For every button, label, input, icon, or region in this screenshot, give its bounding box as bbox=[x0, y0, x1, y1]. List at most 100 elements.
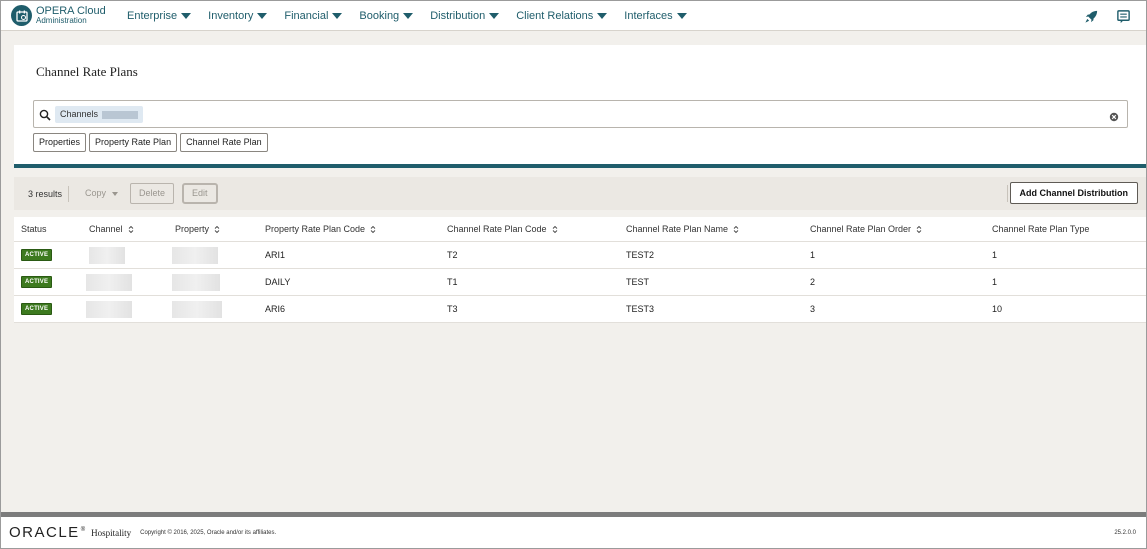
oracle-logo-text: ORACLE bbox=[9, 524, 80, 541]
brand-title: OPERA Cloud bbox=[36, 4, 106, 17]
copy-button[interactable]: Copy bbox=[77, 183, 126, 204]
menu-financial[interactable]: Financial bbox=[284, 9, 343, 22]
edit-button[interactable]: Edit bbox=[182, 183, 218, 204]
hospitality-label: Hospitality bbox=[91, 527, 132, 538]
column-channel-rate-plan-type-label: Channel Rate Plan Type bbox=[992, 224, 1090, 234]
caret-down-icon bbox=[597, 12, 608, 19]
menu-interfaces-label: Interfaces bbox=[624, 9, 673, 22]
menu-interfaces[interactable]: Interfaces bbox=[624, 9, 687, 22]
table-row[interactable]: ACTIVE DAILY T1 TEST 2 1 bbox=[14, 269, 1146, 296]
copyright-text: Copyright © 2016, 2025, Oracle and/or it… bbox=[140, 529, 277, 536]
menu-financial-label: Financial bbox=[284, 9, 329, 22]
channel-rate-plan-order-cell: 1 bbox=[810, 250, 816, 260]
menu-distribution[interactable]: Distribution bbox=[430, 10, 500, 22]
redacted-value bbox=[102, 110, 139, 119]
opera-logo-icon bbox=[11, 5, 32, 26]
toolbar-divider bbox=[1007, 185, 1008, 202]
channel-rate-plan-name-cell: TEST bbox=[626, 277, 650, 287]
oracle-registered-mark: ® bbox=[80, 527, 86, 533]
menu-booking[interactable]: Booking bbox=[359, 9, 414, 22]
menu-client-relations-label: Client Relations bbox=[516, 9, 594, 22]
column-header-property[interactable]: Property bbox=[175, 217, 220, 241]
delete-button[interactable]: Delete bbox=[130, 183, 175, 204]
column-channel-label: Channel bbox=[89, 224, 123, 234]
channel-rate-plan-name-cell: TEST3 bbox=[626, 304, 655, 314]
channel-rate-plan-type-cell: 10 bbox=[992, 304, 1003, 314]
filter-property-rate-plan-button[interactable]: Property Rate Plan bbox=[89, 133, 178, 152]
caret-down-icon bbox=[403, 12, 414, 19]
caret-down-icon bbox=[489, 12, 500, 19]
rocket-icon[interactable] bbox=[1082, 7, 1100, 25]
property-redacted bbox=[172, 246, 218, 264]
search-icon bbox=[39, 108, 51, 121]
column-header-status: Status bbox=[21, 217, 47, 241]
caret-down-icon bbox=[676, 12, 687, 19]
results-count: 3 results bbox=[28, 188, 63, 199]
sort-icon bbox=[552, 225, 557, 233]
channel-rate-plan-name-cell: TEST2 bbox=[626, 250, 655, 260]
menu-inventory[interactable]: Inventory bbox=[208, 9, 268, 22]
channel-rate-plans-table: Status Channel Property Property Rate Pl… bbox=[14, 217, 1146, 323]
sort-icon bbox=[370, 225, 376, 233]
property-redacted bbox=[172, 273, 220, 291]
column-header-channel-rate-plan-code[interactable]: Channel Rate Plan Code bbox=[447, 217, 558, 241]
column-channel-rate-plan-code-label: Channel Rate Plan Code bbox=[447, 224, 547, 234]
property-rate-plan-code-cell: ARI6 bbox=[265, 304, 286, 314]
column-header-channel-rate-plan-type: Channel Rate Plan Type bbox=[992, 217, 1089, 241]
sort-icon bbox=[128, 225, 133, 233]
status-badge: ACTIVE bbox=[21, 249, 53, 261]
column-header-channel[interactable]: Channel bbox=[89, 217, 134, 241]
table-row[interactable]: ACTIVE ARI6 T3 TEST3 3 10 bbox=[14, 296, 1146, 323]
channel-rate-plan-code-cell: T3 bbox=[447, 304, 458, 314]
status-badge: ACTIVE bbox=[21, 303, 53, 315]
filter-channel-rate-plan-button[interactable]: Channel Rate Plan bbox=[180, 133, 268, 152]
filter-properties-button[interactable]: Properties bbox=[33, 133, 87, 152]
table-header-row: Status Channel Property Property Rate Pl… bbox=[14, 217, 1146, 242]
property-redacted bbox=[172, 300, 222, 318]
caret-down-icon bbox=[257, 12, 268, 19]
channel-rate-plan-order-cell: 2 bbox=[810, 277, 816, 287]
sort-icon bbox=[214, 225, 220, 233]
sort-icon bbox=[733, 225, 739, 233]
caret-down-icon bbox=[112, 191, 119, 196]
menu-booking-label: Booking bbox=[359, 9, 400, 22]
top-nav-bar: OPERA Cloud Administration Enterprise In… bbox=[1, 1, 1146, 31]
column-status-label: Status bbox=[21, 224, 47, 234]
search-chip[interactable]: Channels bbox=[55, 106, 144, 123]
channel-rate-plan-type-cell: 1 bbox=[992, 277, 998, 287]
search-chip-label: Channels bbox=[60, 109, 99, 119]
brand[interactable]: OPERA Cloud Administration bbox=[11, 5, 127, 26]
menu-enterprise[interactable]: Enterprise bbox=[127, 9, 192, 22]
search-input[interactable]: Channels bbox=[33, 100, 1128, 128]
main-menu: Enterprise Inventory Financial Booking D… bbox=[127, 10, 704, 22]
property-rate-plan-code-cell: ARI1 bbox=[265, 250, 286, 260]
clear-icon[interactable] bbox=[1109, 109, 1119, 122]
table-row[interactable]: ACTIVE ARI1 T2 TEST2 1 1 bbox=[14, 242, 1146, 269]
menu-inventory-label: Inventory bbox=[208, 9, 254, 22]
caret-down-icon bbox=[332, 12, 343, 19]
add-channel-distribution-button[interactable]: Add Channel Distribution bbox=[1009, 182, 1138, 204]
filter-buttons: Properties Property Rate Plan Channel Ra… bbox=[33, 133, 268, 152]
channel-rate-plan-code-cell: T2 bbox=[447, 250, 458, 260]
column-header-property-rate-plan-code[interactable]: Property Rate Plan Code bbox=[265, 217, 376, 241]
accent-divider bbox=[14, 164, 1146, 168]
chat-icon[interactable] bbox=[1114, 7, 1132, 25]
menu-enterprise-label: Enterprise bbox=[127, 9, 178, 22]
channel-rate-plan-code-cell: T1 bbox=[447, 277, 458, 287]
brand-subtitle: Administration bbox=[36, 15, 87, 25]
column-channel-rate-plan-name-label: Channel Rate Plan Name bbox=[626, 224, 729, 234]
channel-redacted bbox=[86, 300, 132, 318]
property-rate-plan-code-cell: DAILY bbox=[265, 277, 291, 287]
oracle-logo: ORACLE® bbox=[9, 524, 85, 541]
status-badge: ACTIVE bbox=[21, 276, 53, 288]
sort-icon bbox=[916, 225, 922, 233]
column-header-channel-rate-plan-name[interactable]: Channel Rate Plan Name bbox=[626, 217, 739, 241]
channel-redacted bbox=[89, 246, 125, 264]
column-property-label: Property bbox=[175, 224, 210, 234]
search-panel: Channel Rate Plans Channels Properties P… bbox=[14, 45, 1146, 168]
caret-down-icon bbox=[181, 12, 192, 19]
column-header-channel-rate-plan-order[interactable]: Channel Rate Plan Order bbox=[810, 217, 922, 241]
column-property-rate-plan-code-label: Property Rate Plan Code bbox=[265, 224, 366, 234]
channel-rate-plan-type-cell: 1 bbox=[992, 250, 998, 260]
menu-client-relations[interactable]: Client Relations bbox=[516, 9, 608, 22]
